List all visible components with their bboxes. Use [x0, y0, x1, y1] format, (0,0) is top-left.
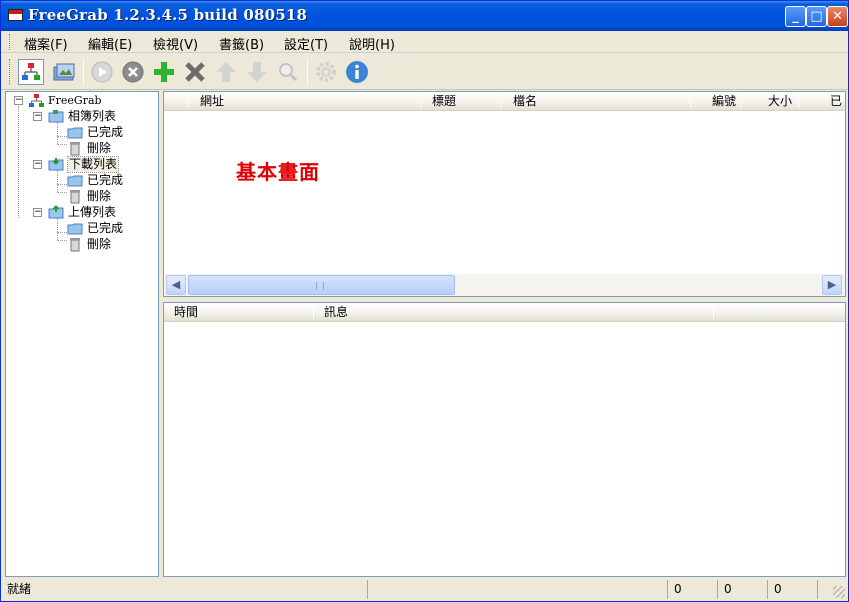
- column-divider[interactable]: [421, 95, 422, 108]
- search-icon[interactable]: [275, 59, 301, 85]
- delete-icon[interactable]: [182, 59, 208, 85]
- add-icon[interactable]: [151, 59, 177, 85]
- minimize-button[interactable]: _: [785, 6, 806, 27]
- close-button[interactable]: ✕: [827, 6, 848, 27]
- folder-icon: [67, 125, 84, 140]
- tree-expander-root[interactable]: −: [14, 96, 23, 105]
- menu-bookmarks[interactable]: 書籤(B): [219, 34, 264, 53]
- tree-connector: [57, 192, 67, 193]
- tree-label: 刪除: [87, 141, 112, 155]
- move-up-icon[interactable]: [213, 59, 239, 85]
- app-window: FreeGrab 1.2.3.4.5 build 080518 _ □ ✕ 檔案…: [0, 0, 849, 602]
- move-down-icon[interactable]: [244, 59, 270, 85]
- albums-icon[interactable]: [51, 59, 77, 85]
- column-header-time[interactable]: 時間: [174, 303, 198, 322]
- resize-grip-icon[interactable]: [833, 586, 845, 598]
- menu-bar: 檔案(F) 編輯(E) 檢視(V) 書籤(B) 設定(T) 說明(H): [1, 31, 848, 53]
- site-tree-icon: [28, 93, 45, 108]
- scroll-right-icon[interactable]: ▶: [822, 275, 842, 295]
- trash-icon: [67, 189, 84, 204]
- toolbar-separator: [307, 59, 308, 85]
- tree-label: 相簿列表: [68, 109, 117, 123]
- menu-help[interactable]: 說明(H): [349, 34, 395, 53]
- folder-download-icon: [48, 157, 65, 172]
- column-header-size[interactable]: 大小: [768, 92, 792, 111]
- tree-connector: [57, 136, 67, 137]
- toolbar-separator: [83, 59, 84, 85]
- horizontal-scrollbar[interactable]: ◀ ▶: [164, 274, 845, 296]
- tree-connector: [57, 184, 67, 185]
- maximize-button[interactable]: □: [806, 6, 827, 27]
- toolbar: [1, 54, 848, 90]
- column-header-message[interactable]: 訊息: [324, 303, 348, 322]
- tree-expander-albums[interactable]: −: [33, 112, 42, 121]
- toolbar-grip[interactable]: [9, 59, 12, 85]
- tree-connector: [57, 218, 58, 240]
- column-divider[interactable]: [741, 95, 742, 108]
- folder-icon: [67, 173, 84, 188]
- trash-icon: [67, 141, 84, 156]
- column-header-url[interactable]: 網址: [200, 92, 224, 111]
- site-tree-icon[interactable]: [18, 59, 44, 85]
- tree-root-label: FreeGrab: [48, 94, 102, 107]
- column-divider[interactable]: [313, 306, 314, 319]
- items-list-header: 網址 標題 檔名 編號 大小 已: [164, 92, 845, 111]
- stop-icon[interactable]: [120, 59, 146, 85]
- column-divider[interactable]: [798, 95, 799, 108]
- overlay-caption: 基本畫面: [236, 160, 320, 184]
- tree-connector: [57, 240, 67, 241]
- menu-view[interactable]: 檢視(V): [153, 34, 198, 53]
- tree-connector: [57, 122, 58, 144]
- scroll-thumb[interactable]: [188, 275, 455, 295]
- folder-icon: [48, 109, 65, 124]
- tree-label: 刪除: [87, 237, 112, 251]
- tree-label: 上傳列表: [68, 205, 117, 219]
- folder-icon: [67, 221, 84, 236]
- title-bar[interactable]: FreeGrab 1.2.3.4.5 build 080518 _ □ ✕: [1, 1, 848, 31]
- tree-label: 下載列表: [66, 156, 120, 173]
- status-bar: 就緒 0 0 0: [1, 578, 848, 601]
- column-divider[interactable]: [713, 306, 714, 319]
- status-counter: 0: [717, 580, 767, 599]
- tree-label: 刪除: [87, 189, 112, 203]
- log-list-header: 時間 訊息: [164, 303, 845, 322]
- menu-file[interactable]: 檔案(F): [24, 34, 68, 53]
- tree-connector: [57, 170, 58, 192]
- menu-settings[interactable]: 設定(T): [284, 34, 328, 53]
- tree-connector: [57, 232, 67, 233]
- trash-icon: [67, 237, 84, 252]
- column-divider[interactable]: [501, 95, 502, 108]
- tree-connector: [57, 144, 67, 145]
- tree-label: 已完成: [87, 173, 124, 187]
- status-panel-empty: [367, 580, 667, 599]
- log-list[interactable]: 時間 訊息: [163, 302, 846, 577]
- column-divider[interactable]: [188, 95, 189, 108]
- items-list[interactable]: 網址 標題 檔名 編號 大小 已 基本畫面 ◀ ▶: [163, 91, 846, 297]
- tree-expander-uploads[interactable]: −: [33, 208, 42, 217]
- tree-label: 已完成: [87, 221, 124, 235]
- column-header-progress[interactable]: 已: [830, 92, 842, 111]
- play-icon[interactable]: [89, 59, 115, 85]
- column-header-number[interactable]: 編號: [712, 92, 736, 111]
- tree-label: 已完成: [87, 125, 124, 139]
- status-counter: 0: [767, 580, 817, 599]
- column-header-title[interactable]: 標題: [432, 92, 456, 111]
- column-divider[interactable]: [690, 95, 691, 108]
- status-text: 就緒: [7, 582, 32, 596]
- info-icon[interactable]: [344, 59, 370, 85]
- settings-gear-icon[interactable]: [313, 59, 339, 85]
- tree-connector: [18, 106, 19, 218]
- scroll-left-icon[interactable]: ◀: [166, 275, 186, 295]
- app-icon[interactable]: [8, 9, 23, 21]
- column-header-filename[interactable]: 檔名: [513, 92, 537, 111]
- menubar-grip[interactable]: [9, 34, 12, 50]
- status-counter: 0: [667, 580, 717, 599]
- tree-expander-downloads[interactable]: −: [33, 160, 42, 169]
- menu-edit[interactable]: 編輯(E): [88, 34, 132, 53]
- folder-upload-icon: [48, 205, 65, 220]
- category-tree[interactable]: − FreeGrab − 相簿列表 已完成 刪除 − 下載列表 已完成 刪除 −…: [5, 91, 159, 577]
- window-title: FreeGrab 1.2.3.4.5 build 080518: [28, 6, 308, 24]
